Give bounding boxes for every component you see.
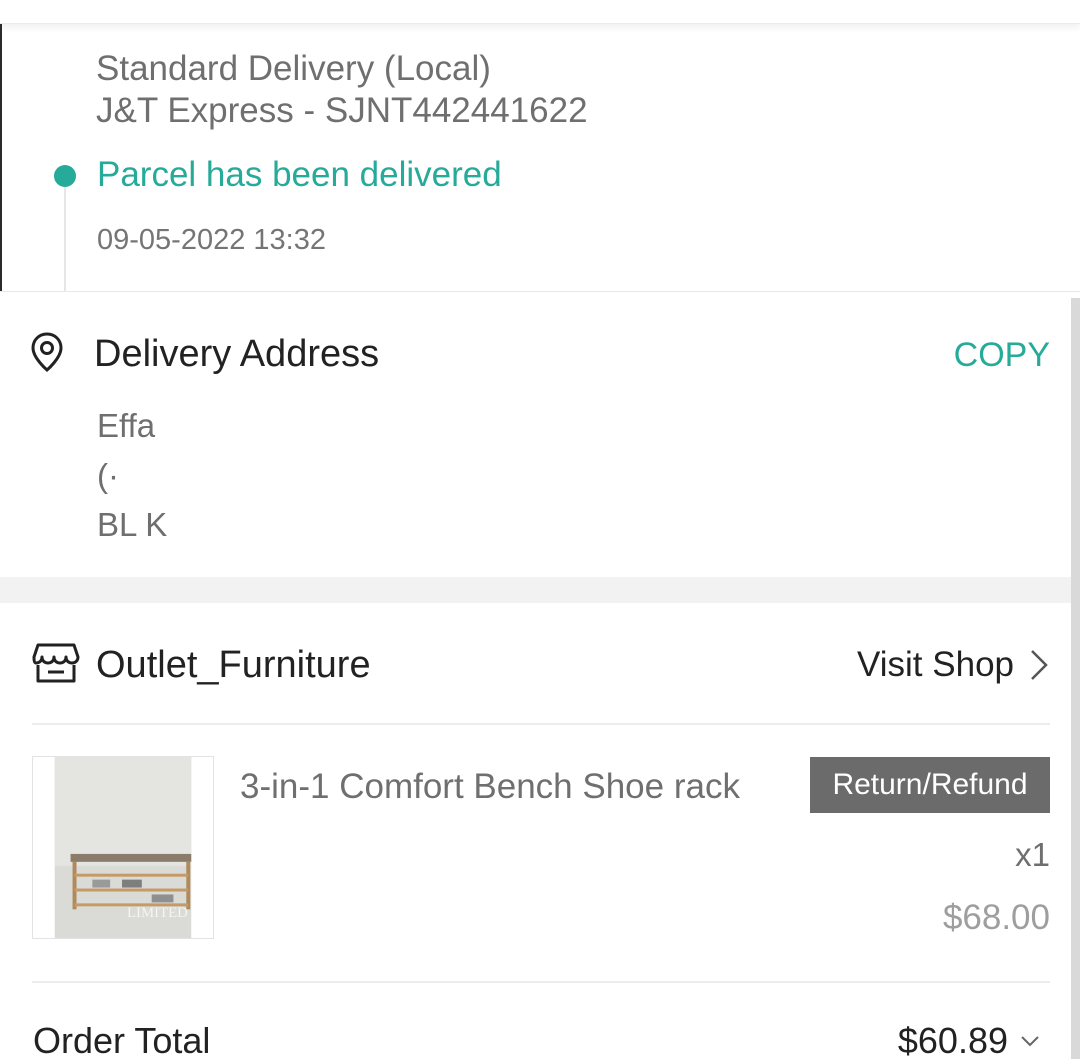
timeline-line [64, 187, 66, 292]
shipping-info-section[interactable]: Standard Delivery (Local) J&T Express - … [0, 24, 1080, 292]
section-gap [0, 577, 1071, 603]
location-pin-icon [31, 332, 63, 372]
product-title[interactable]: 3-in-1 Comfort Bench Shoe rack [240, 766, 740, 808]
order-total-toggle[interactable]: $60.89 [898, 1019, 1040, 1059]
delivery-address-title: Delivery Address [94, 333, 380, 375]
product-image-watermark: LIMITED [127, 905, 188, 921]
top-bar-edge [0, 0, 1080, 24]
divider [32, 723, 1050, 725]
chevron-right-icon [1031, 650, 1048, 680]
recipient-name: Effa [97, 407, 156, 444]
recipient-street: BL K [97, 506, 168, 543]
delivery-status: Parcel has been delivered [97, 155, 502, 194]
visit-shop-link[interactable]: Visit Shop [857, 643, 1050, 687]
visit-shop-label: Visit Shop [857, 645, 1014, 684]
divider [32, 981, 1050, 983]
product-quantity: x1 [1015, 836, 1050, 873]
product-price: $68.00 [942, 898, 1050, 937]
order-total-value: $60.89 [897, 1020, 1008, 1059]
tracking-number: J&T Express - SJNT442441622 [96, 91, 588, 130]
shop-name: Outlet_Furniture [96, 644, 371, 686]
shop-icon [32, 643, 80, 683]
copy-address-button[interactable]: COPY [954, 334, 1050, 376]
return-refund-button[interactable]: Return/Refund [810, 757, 1050, 813]
recipient-phone: (· [97, 457, 119, 494]
shop-order-section: Outlet_Furniture Visit Shop LIMITED 3-in… [0, 603, 1070, 1059]
shipping-method: Standard Delivery (Local) [96, 49, 491, 88]
timeline-dot-icon [54, 165, 76, 187]
delivery-address-section: Delivery Address COPY Effa (· BL K [0, 292, 1070, 577]
order-total-label: Order Total [33, 1020, 211, 1059]
scrollbar[interactable] [1071, 298, 1080, 1059]
product-image[interactable]: LIMITED [32, 756, 214, 939]
delivery-timestamp: 09-05-2022 13:32 [97, 224, 326, 256]
chevron-down-icon [1021, 1036, 1039, 1047]
